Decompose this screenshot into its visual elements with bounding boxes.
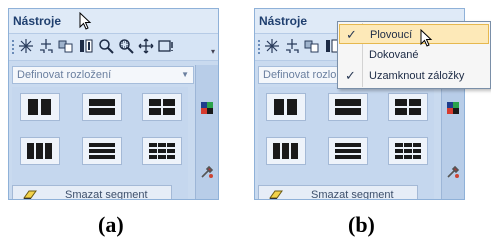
layout-grid	[258, 87, 434, 199]
chevron-down-icon[interactable]: ▼	[181, 70, 189, 79]
checkmark-icon: ✓	[345, 68, 356, 83]
tools-panel-a: Nástroje ▾ Definovat rozložení ▼ Smazat …	[8, 8, 219, 200]
layout-two-rows-button[interactable]	[82, 93, 122, 121]
layout-nine-cells-button[interactable]	[142, 137, 182, 165]
menu-item-label: Uzamknout záložky	[369, 70, 465, 82]
move-handle-icon[interactable]	[284, 38, 300, 54]
caption-b: (b)	[348, 212, 375, 237]
layout-grid	[12, 87, 188, 199]
panel-title: Nástroje	[259, 14, 308, 28]
grid-color-icon[interactable]	[446, 101, 460, 115]
segment-tool-icon[interactable]	[304, 38, 320, 54]
side-tab-strip	[195, 65, 218, 199]
segment-tool-icon[interactable]	[58, 38, 74, 54]
toolbar-grip[interactable]	[258, 40, 260, 54]
menu-item-lock-tabs[interactable]: ✓ Uzamknout záložky	[339, 66, 489, 86]
eraser-icon	[269, 190, 283, 199]
layout-dropdown[interactable]: Definovat rozložení ▼	[12, 66, 194, 84]
toolbar-overflow-icon[interactable]: ▾	[211, 47, 215, 56]
panel-title: Nástroje	[13, 14, 62, 28]
layout-nine-cells-button[interactable]	[388, 137, 428, 165]
layout-dropdown[interactable]: Definovat rozlo	[258, 66, 338, 84]
delete-segment-button[interactable]: Smazat segment	[258, 185, 418, 200]
layout-four-cells-button[interactable]	[388, 93, 428, 121]
layout-two-columns-button[interactable]	[20, 93, 60, 121]
eraser-icon	[23, 190, 37, 199]
layout-three-columns-button[interactable]	[20, 137, 60, 165]
delete-segment-button[interactable]: Smazat segment	[12, 185, 172, 200]
grid-color-icon[interactable]	[200, 101, 214, 115]
menu-item-label: Dokované	[369, 49, 419, 61]
caption-a: (a)	[98, 212, 124, 237]
checkmark-icon: ✓	[346, 27, 357, 42]
delete-segment-label: Smazat segment	[65, 189, 148, 200]
layout-four-cells-button[interactable]	[142, 93, 182, 121]
layout-two-columns-button[interactable]	[266, 93, 306, 121]
zoom-region-icon[interactable]	[118, 38, 134, 54]
column-split-icon[interactable]	[78, 38, 94, 54]
fit-icon[interactable]	[158, 38, 174, 54]
add-point-icon[interactable]	[18, 38, 34, 54]
zoom-icon[interactable]	[98, 38, 114, 54]
menu-item-label: Plovoucí	[370, 29, 413, 41]
menu-item-docked[interactable]: Dokované	[339, 45, 489, 65]
tools-icon[interactable]	[200, 165, 214, 179]
toolbar: ▾	[9, 34, 218, 61]
delete-segment-label: Smazat segment	[311, 189, 394, 200]
move-handle-icon[interactable]	[38, 38, 54, 54]
mouse-cursor-icon	[79, 12, 92, 30]
panel-title-bar[interactable]: Nástroje	[9, 9, 218, 34]
toolbar-grip[interactable]	[12, 40, 14, 54]
layout-three-columns-button[interactable]	[266, 137, 306, 165]
panel-context-menu: ✓ Plovoucí Dokované ✓ Uzamknout záložky	[337, 21, 491, 89]
menu-item-floating[interactable]: ✓ Plovoucí	[339, 24, 489, 47]
layout-three-rows-button[interactable]	[82, 137, 122, 165]
dropdown-value: Definovat rozlo	[263, 69, 337, 81]
layout-three-rows-button[interactable]	[328, 137, 368, 165]
dropdown-value: Definovat rozložení	[17, 69, 112, 81]
tools-icon[interactable]	[446, 165, 460, 179]
layout-two-rows-button[interactable]	[328, 93, 368, 121]
move-cross-icon[interactable]	[138, 38, 154, 54]
add-point-icon[interactable]	[264, 38, 280, 54]
